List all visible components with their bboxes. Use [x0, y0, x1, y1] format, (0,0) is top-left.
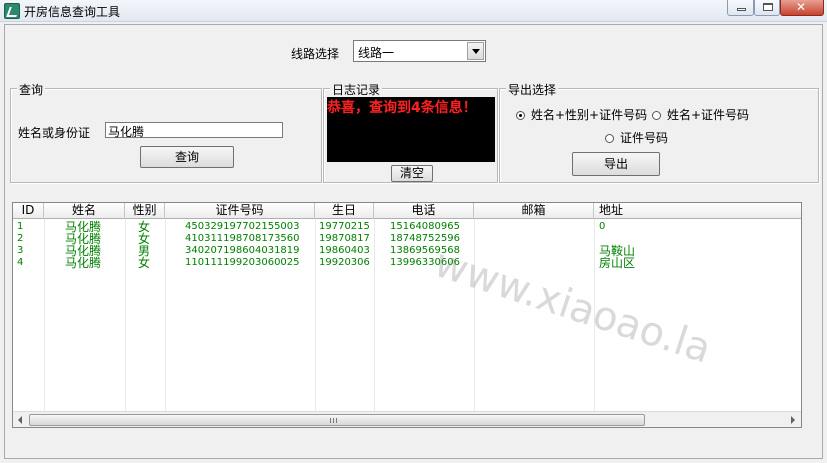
- table-row[interactable]: 2 马化腾 女 410311198708173560 19870817 1874…: [13, 233, 801, 245]
- horizontal-scrollbar[interactable]: [13, 411, 801, 427]
- table-row[interactable]: 1 马化腾 女 450329197702155003 19770215 1516…: [13, 221, 801, 233]
- query-group: 查询 姓名或身份证 马化腾 查询: [10, 81, 322, 183]
- log-group-title: 日志记录: [330, 81, 383, 98]
- route-select[interactable]: 线路一: [353, 40, 486, 62]
- grip-icon: [330, 418, 337, 423]
- route-label: 线路选择: [291, 47, 340, 61]
- title-bar[interactable]: 开房信息查询工具 ✕: [0, 0, 827, 22]
- query-input[interactable]: 马化腾: [105, 122, 283, 139]
- export-option-id[interactable]: 证件号码: [605, 129, 668, 146]
- column-header-gender[interactable]: 性别: [125, 203, 165, 219]
- radio-icon: [516, 111, 525, 120]
- scroll-left-icon[interactable]: [13, 413, 28, 427]
- log-message: 恭喜，查询到4条信息！: [327, 100, 477, 116]
- scroll-thumb[interactable]: [29, 414, 645, 426]
- window-title: 开房信息查询工具: [24, 5, 121, 19]
- table-row[interactable]: 3 马化腾 男 340207198604031819 19860403 1386…: [13, 245, 801, 257]
- export-group: 导出选择 姓名+性别+证件号码 姓名+证件号码 证件号码 导出: [499, 81, 819, 183]
- results-table[interactable]: ID 姓名 性别 证件号码 生日 电话 邮箱 地址 1 马化腾 女 450329…: [12, 202, 802, 428]
- maximize-icon: [763, 3, 773, 11]
- export-group-title: 导出选择: [506, 81, 559, 98]
- scroll-right-icon[interactable]: [785, 413, 800, 427]
- close-button[interactable]: ✕: [780, 0, 824, 16]
- column-header-email[interactable]: 邮箱: [474, 203, 594, 219]
- column-header-birthday[interactable]: 生日: [315, 203, 374, 219]
- radio-icon: [605, 134, 614, 143]
- minimize-button[interactable]: [727, 0, 754, 16]
- column-header-phone[interactable]: 电话: [374, 203, 474, 219]
- radio-icon: [652, 111, 661, 120]
- route-select-value: 线路一: [358, 46, 395, 60]
- export-option-name-gender-id[interactable]: 姓名+性别+证件号码: [516, 106, 647, 123]
- query-field-label: 姓名或身份证: [18, 126, 91, 140]
- minimize-icon: [737, 8, 746, 11]
- column-header-name[interactable]: 姓名: [44, 203, 125, 219]
- maximize-button[interactable]: [754, 0, 780, 16]
- chevron-down-icon[interactable]: [467, 42, 484, 60]
- log-group: 日志记录 恭喜，查询到4条信息！ 清空: [323, 81, 498, 183]
- query-button[interactable]: 查询: [140, 146, 234, 168]
- export-button[interactable]: 导出: [572, 152, 660, 176]
- query-input-value: 马化腾: [108, 125, 145, 139]
- column-header-id-number[interactable]: 证件号码: [165, 203, 315, 219]
- table-row[interactable]: 4 马化腾 女 110111199203060025 19920306 1399…: [13, 257, 801, 269]
- table-header: ID 姓名 性别 证件号码 生日 电话 邮箱 地址: [13, 203, 801, 219]
- export-option-name-id[interactable]: 姓名+证件号码: [652, 106, 749, 123]
- log-output: 恭喜，查询到4条信息！: [327, 97, 495, 162]
- app-icon: [4, 3, 20, 19]
- clear-log-button[interactable]: 清空: [391, 165, 433, 182]
- query-group-title: 查询: [17, 81, 46, 98]
- column-header-address[interactable]: 地址: [594, 203, 801, 219]
- column-header-id[interactable]: ID: [13, 203, 44, 219]
- main-panel: 线路选择 线路一 查询 姓名或身份证 马化腾 查询 日志记录 恭喜，查询到4条信…: [4, 24, 823, 459]
- close-icon: ✕: [796, 0, 807, 14]
